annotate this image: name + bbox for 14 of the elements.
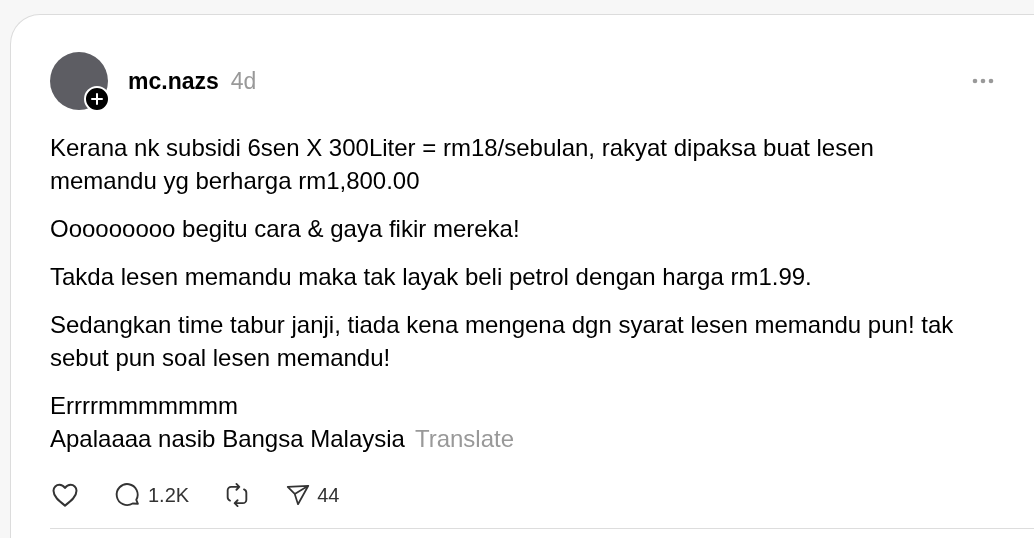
more-options-icon[interactable] (972, 78, 994, 84)
action-count: 1.2K (148, 483, 190, 507)
follow-plus-icon[interactable] (84, 86, 110, 112)
post-text: Apalaaaa nasib Bangsa Malaysia (50, 425, 405, 452)
post-text: Ooooooooo begitu cara & gaya fikir mereka! (50, 215, 520, 242)
send-icon[interactable] (285, 482, 312, 508)
post-text: Takda lesen memandu maka tak layak beli petrol dengan harga rm1.99. (50, 263, 812, 290)
post-text: Kerana nk subsidi 6sen X 300Liter = rm18/sebulan, rakyat dipaksa buat lesen memandu yg berharga rm1,800.00 (50, 134, 874, 194)
action-count: 44 (317, 483, 340, 507)
speech-bubble-icon[interactable] (114, 481, 142, 509)
post-text: Sedangkan time tabur janji, tiada kena mengena dgn syarat lesen memandu pun! tak sebut pun soal lesen memandu! (50, 311, 954, 371)
username[interactable]: mc.nazs (128, 67, 219, 95)
post-time: 4d (230, 67, 257, 95)
post-text: Errrrmmmmmmm (50, 392, 238, 419)
